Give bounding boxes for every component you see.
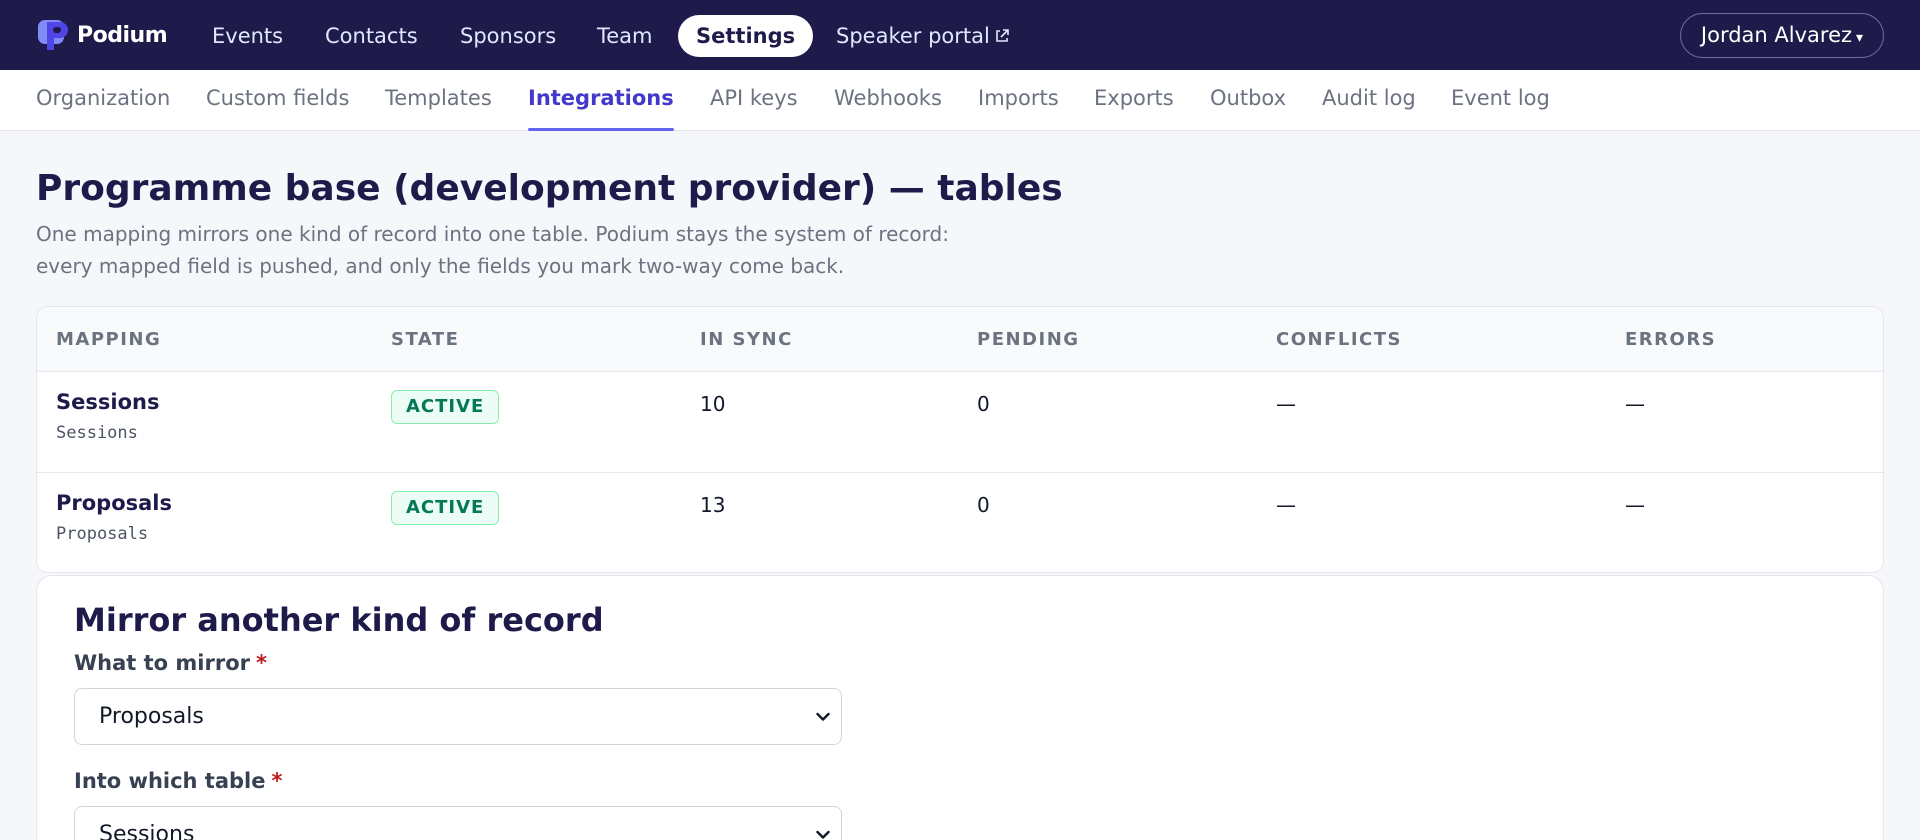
subnav-audit-log[interactable]: Audit log xyxy=(1322,70,1416,131)
page-title: Programme base (development provider) — … xyxy=(36,168,1063,209)
into-table-label-text: Into which table xyxy=(74,769,266,793)
app-logo[interactable]: Podium xyxy=(35,15,168,55)
column-header-mapping: MAPPING xyxy=(56,329,162,350)
page-description: One mapping mirrors one kind of record i… xyxy=(36,222,949,278)
column-header-conflicts: CONFLICTS xyxy=(1276,329,1402,350)
mapping-table-name: Proposals xyxy=(56,524,149,544)
nav-events[interactable]: Events xyxy=(212,15,283,57)
chevron-down-icon xyxy=(813,807,833,840)
nav-contacts[interactable]: Contacts xyxy=(325,15,418,57)
nav-team[interactable]: Team xyxy=(597,15,653,57)
nav-settings[interactable]: Settings xyxy=(678,15,814,57)
settings-subnav: Organization Custom fields Templates Int… xyxy=(0,70,1920,131)
conflicts-count: — xyxy=(1276,493,1296,517)
app-name: Podium xyxy=(77,22,168,48)
mapping-table-name: Sessions xyxy=(56,423,138,443)
nav-speaker-portal[interactable]: Speaker portal xyxy=(836,15,1010,57)
subnav-integrations[interactable]: Integrations xyxy=(528,70,674,131)
what-to-mirror-label: What to mirror * xyxy=(74,651,267,675)
user-menu-button[interactable]: Jordan Alvarez ▾ xyxy=(1680,13,1884,58)
external-link-icon xyxy=(996,28,1009,42)
mapping-name: Proposals xyxy=(56,491,173,515)
subnav-imports[interactable]: Imports xyxy=(978,70,1059,131)
pending-count: 0 xyxy=(977,392,990,416)
what-to-mirror-select[interactable]: Proposals xyxy=(74,688,842,745)
podium-logo-icon xyxy=(38,20,68,50)
chevron-down-icon: ▾ xyxy=(1856,30,1864,46)
column-header-in-sync: IN SYNC xyxy=(700,329,793,350)
mapping-name: Sessions xyxy=(56,390,160,414)
into-table-value: Sessions xyxy=(99,822,195,840)
subnav-custom-fields[interactable]: Custom fields xyxy=(206,70,349,131)
column-header-pending: PENDING xyxy=(977,329,1080,350)
user-name: Jordan Alvarez xyxy=(1700,23,1853,47)
conflicts-count: — xyxy=(1276,392,1296,416)
required-marker: * xyxy=(256,651,267,675)
what-to-mirror-value: Proposals xyxy=(99,704,204,729)
errors-count: — xyxy=(1625,493,1645,517)
subnav-outbox[interactable]: Outbox xyxy=(1210,70,1286,131)
in-sync-count: 10 xyxy=(700,392,726,416)
table-row[interactable]: Sessions Sessions ACTIVE 10 0 — — xyxy=(37,372,1883,473)
subnav-event-log[interactable]: Event log xyxy=(1451,70,1550,131)
subnav-webhooks[interactable]: Webhooks xyxy=(834,70,942,131)
required-marker: * xyxy=(271,769,283,793)
what-to-mirror-label-text: What to mirror xyxy=(74,651,250,675)
pending-count: 0 xyxy=(977,493,990,517)
into-table-select[interactable]: Sessions xyxy=(74,806,842,840)
subnav-exports[interactable]: Exports xyxy=(1094,70,1174,131)
into-table-label: Into which table * xyxy=(74,769,282,793)
form-title: Mirror another kind of record xyxy=(74,601,604,639)
top-nav-bar: Podium Events Contacts Sponsors Team Set… xyxy=(0,0,1920,70)
status-badge: ACTIVE xyxy=(391,390,500,424)
errors-count: — xyxy=(1625,392,1645,416)
column-header-errors: ERRORS xyxy=(1625,329,1717,350)
nav-sponsors[interactable]: Sponsors xyxy=(460,15,556,57)
mirror-record-form: Mirror another kind of record What to mi… xyxy=(36,575,1884,840)
chevron-down-icon xyxy=(813,689,833,744)
mappings-table: MAPPING STATE IN SYNC PENDING CONFLICTS … xyxy=(36,306,1884,573)
subnav-organization[interactable]: Organization xyxy=(36,70,170,131)
table-header: MAPPING STATE IN SYNC PENDING CONFLICTS … xyxy=(37,307,1883,372)
nav-speaker-portal-label: Speaker portal xyxy=(836,24,990,48)
subnav-templates[interactable]: Templates xyxy=(385,70,492,131)
in-sync-count: 13 xyxy=(700,493,726,517)
table-row[interactable]: Proposals Proposals ACTIVE 13 0 — — xyxy=(37,473,1883,572)
subnav-api-keys[interactable]: API keys xyxy=(710,70,798,131)
column-header-state: STATE xyxy=(391,329,460,350)
status-badge: ACTIVE xyxy=(391,491,500,525)
